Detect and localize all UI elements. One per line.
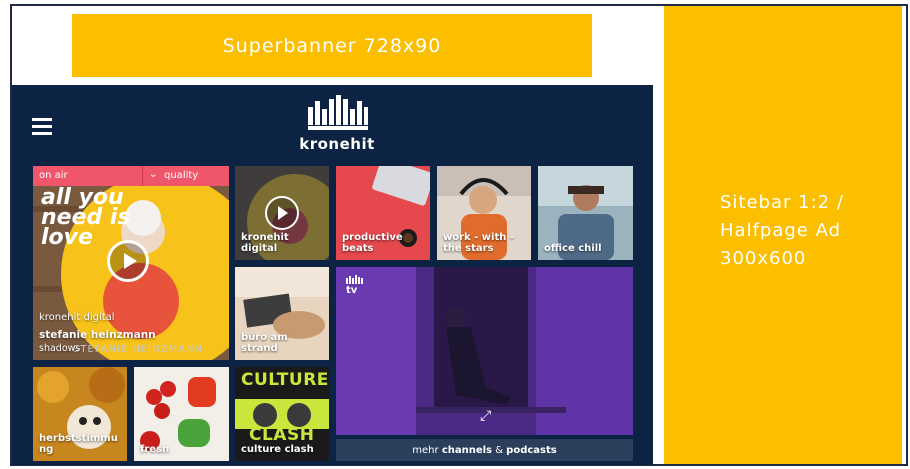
tile-label: productive beats: [342, 232, 403, 254]
quality-selector[interactable]: quality: [164, 170, 198, 181]
on-air-label: on air: [39, 170, 68, 181]
more-amp: &: [492, 444, 507, 456]
tile-label: fresh: [140, 444, 170, 455]
channel-tile-fresh[interactable]: fresh: [134, 367, 229, 461]
channel-tile-buero-am-strand[interactable]: büro am strand: [235, 267, 329, 360]
kronehit-tv-icon: tv: [346, 275, 364, 296]
kronehit-logo[interactable]: kronehit: [282, 95, 392, 155]
now-playing-tile[interactable]: all you need is love STEFANIE HEINZMANN …: [33, 166, 229, 360]
player-channel: kronehit digital: [39, 312, 115, 323]
crown-icon: [308, 95, 368, 130]
tile-label: office chill: [544, 243, 602, 254]
expand-icon[interactable]: ⤢: [480, 408, 491, 424]
brand-name: kronehit: [299, 135, 375, 153]
sitebar-ad[interactable]: Sitebar 1:2 / Halfpage Ad 300x600: [664, 6, 902, 464]
tile-label: büro am strand: [241, 332, 288, 354]
tile-label: kronehit digital: [241, 232, 289, 254]
channel-tile-office-chill[interactable]: office chill: [538, 166, 633, 260]
culture-art-top: CULTURE: [241, 370, 329, 390]
channel-tile-work-with-the-stars[interactable]: work - with - the stars: [437, 166, 531, 260]
culture-art-bottom: CLASH: [249, 425, 315, 445]
tile-label: culture clash: [241, 444, 314, 455]
channel-tile-productive-beats[interactable]: productive beats: [336, 166, 430, 260]
more-prefix: mehr: [412, 444, 442, 456]
more-channels-podcasts-button[interactable]: mehr channels & podcasts: [336, 439, 633, 461]
player-artist: stefanie heinzmann: [39, 329, 156, 341]
channel-tile-culture-clash[interactable]: CULTURE CLASH culture clash: [235, 367, 329, 461]
tile-label: work - with - the stars: [443, 232, 515, 254]
player-song: shadows: [39, 343, 81, 354]
superbanner-label: Superbanner 728x90: [222, 34, 442, 57]
chevron-down-icon[interactable]: ⌄: [149, 169, 157, 180]
sitebar-label: Sitebar 1:2 / Halfpage Ad 300x600: [720, 192, 844, 269]
more-channels: channels: [441, 444, 493, 456]
play-button[interactable]: [107, 240, 149, 282]
on-air-bar: on air ⌄ quality: [33, 166, 229, 186]
artwork-artist-name: STEFANIE HEINZMANN: [73, 344, 203, 355]
more-podcasts: podcasts: [506, 444, 557, 456]
tv-badge-label: tv: [346, 285, 358, 296]
artwork-script: all you need is love: [41, 185, 131, 250]
play-button[interactable]: [265, 196, 299, 230]
radio-app: kronehit all you need is love STEFANIE H…: [12, 85, 653, 465]
channel-tile-herbststimmung[interactable]: herbststimmu ng: [33, 367, 127, 461]
superbanner-ad[interactable]: Superbanner 728x90: [72, 14, 592, 77]
tile-label: herbststimmu ng: [39, 433, 118, 455]
channel-tile-kronehit-digital[interactable]: kronehit digital: [235, 166, 329, 260]
tv-video-tile[interactable]: tv ⤢: [336, 267, 633, 435]
menu-icon[interactable]: [32, 118, 52, 135]
